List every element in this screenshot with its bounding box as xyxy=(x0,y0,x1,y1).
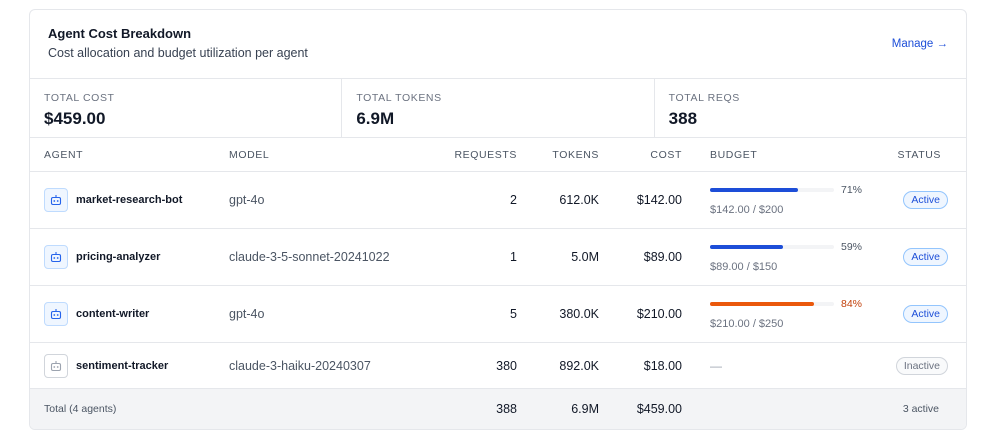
budget-bar-track xyxy=(710,187,834,192)
no-budget-dash: — xyxy=(710,358,722,373)
cost-cell: $142.00 xyxy=(636,193,682,207)
budget-percent: 84% xyxy=(841,297,863,310)
table-row[interactable]: market-research-bot gpt-4o 2 612.0K $142… xyxy=(30,172,966,229)
tokens-cell: 5.0M xyxy=(571,250,599,264)
agent-cost-card: Agent Cost Breakdown Cost allocation and… xyxy=(29,9,967,430)
status-badge: Active xyxy=(903,248,948,266)
cost-cell: $89.00 xyxy=(643,250,682,264)
budget-bar-track xyxy=(710,301,834,306)
bot-icon xyxy=(44,245,68,269)
table-row[interactable]: content-writer gpt-4o 5 380.0K $210.00 8… xyxy=(30,286,966,343)
budget-meter: 59% $89.00 / $150 xyxy=(710,229,870,286)
stat-label: TOTAL REQS xyxy=(668,92,740,104)
model-cell: gpt-4o xyxy=(229,307,265,321)
budget-meter: 71% $142.00 / $200 xyxy=(710,172,870,229)
budget-cell: 84% $210.00 / $250 xyxy=(710,286,870,342)
table-row[interactable]: sentiment-tracker claude-3-haiku-2024030… xyxy=(30,343,966,389)
budget-amount: $142.00 / $200 xyxy=(710,203,784,216)
summary-stats: TOTAL COST $459.00 TOTAL TOKENS 6.9M TOT… xyxy=(30,79,966,138)
stat-label: TOTAL TOKENS xyxy=(356,92,442,104)
status-cell: Active xyxy=(903,229,948,285)
card-subtitle: Cost allocation and budget utilization p… xyxy=(48,46,308,60)
model-cell: claude-3-haiku-20240307 xyxy=(229,358,371,373)
agent-cell: sentiment-tracker xyxy=(44,343,168,388)
agent-name[interactable]: sentiment-tracker xyxy=(76,360,168,372)
tokens-cell: 612.0K xyxy=(559,193,599,207)
column-header-agent[interactable]: AGENT xyxy=(44,138,83,171)
status-cell: Inactive xyxy=(895,343,948,388)
agent-name[interactable]: market-research-bot xyxy=(76,194,182,206)
agent-cell: content-writer xyxy=(44,286,149,342)
requests-cell: 5 xyxy=(510,307,517,321)
requests-cell: 1 xyxy=(510,250,517,264)
column-header-cost[interactable]: COST xyxy=(650,138,682,171)
column-header-tokens[interactable]: TOKENS xyxy=(552,138,599,171)
tokens-cell: 380.0K xyxy=(559,307,599,321)
footer-requests: 388 xyxy=(496,402,517,416)
agent-name[interactable]: content-writer xyxy=(76,308,149,320)
column-header-requests[interactable]: REQUESTS xyxy=(454,138,517,171)
model-cell: gpt-4o xyxy=(229,193,265,207)
stat-value: $459.00 xyxy=(44,109,106,128)
requests-cell: 2 xyxy=(510,193,517,207)
budget-percent: 71% xyxy=(841,183,863,196)
column-header-status[interactable]: STATUS xyxy=(898,138,941,171)
table-header: AGENT MODEL REQUESTS TOKENS COST BUDGET … xyxy=(30,138,966,172)
manage-link[interactable]: Manage → xyxy=(892,38,948,50)
budget-percent: 59% xyxy=(841,240,863,253)
footer-total-label: Total (4 agents) xyxy=(44,403,117,415)
stat-value: 388 xyxy=(668,109,698,128)
stat-value: 6.9M xyxy=(356,109,395,128)
model-cell: claude-3-5-sonnet-20241022 xyxy=(229,250,390,264)
tokens-cell: 892.0K xyxy=(559,358,599,373)
column-header-model[interactable]: MODEL xyxy=(229,138,269,171)
status-badge: Active xyxy=(903,305,948,323)
budget-amount: $210.00 / $250 xyxy=(710,317,784,330)
status-cell: Active xyxy=(903,172,948,228)
cost-cell: $18.00 xyxy=(643,358,682,373)
table-footer: Total (4 agents) 388 6.9M $459.00 3 acti… xyxy=(30,389,966,429)
footer-active-count: 3 active xyxy=(902,403,939,415)
bot-icon xyxy=(44,188,68,212)
stat-total-reqs: TOTAL REQS 388 xyxy=(655,79,966,137)
column-header-budget[interactable]: BUDGET xyxy=(710,138,757,171)
cost-cell: $210.00 xyxy=(636,307,682,321)
agent-name[interactable]: pricing-analyzer xyxy=(76,251,160,263)
budget-meter: 84% $210.00 / $250 xyxy=(710,286,870,343)
budget-bar-track xyxy=(710,244,834,249)
card-title: Agent Cost Breakdown xyxy=(48,26,192,41)
budget-cell: — xyxy=(710,343,722,388)
status-badge: Inactive xyxy=(895,356,948,375)
bot-icon xyxy=(44,302,68,326)
status-badge: Active xyxy=(903,191,948,209)
status-cell: Active xyxy=(903,286,948,342)
agent-cell: market-research-bot xyxy=(44,172,182,228)
card-header: Agent Cost Breakdown Cost allocation and… xyxy=(30,10,966,79)
budget-bar-fill xyxy=(710,244,784,249)
stat-label: TOTAL COST xyxy=(44,92,115,104)
table-row[interactable]: pricing-analyzer claude-3-5-sonnet-20241… xyxy=(30,229,966,286)
agent-cell: pricing-analyzer xyxy=(44,229,160,285)
budget-cell: 59% $89.00 / $150 xyxy=(710,229,870,285)
footer-cost: $459.00 xyxy=(636,402,682,416)
footer-tokens: 6.9M xyxy=(571,402,599,416)
stat-total-cost: TOTAL COST $459.00 xyxy=(30,79,343,137)
budget-cell: 71% $142.00 / $200 xyxy=(710,172,870,228)
stat-total-tokens: TOTAL TOKENS 6.9M xyxy=(342,79,655,137)
budget-bar-fill xyxy=(710,301,815,306)
budget-bar-fill xyxy=(710,187,799,192)
budget-amount: $89.00 / $150 xyxy=(710,260,778,273)
bot-icon xyxy=(44,353,68,378)
requests-cell: 380 xyxy=(496,358,517,373)
